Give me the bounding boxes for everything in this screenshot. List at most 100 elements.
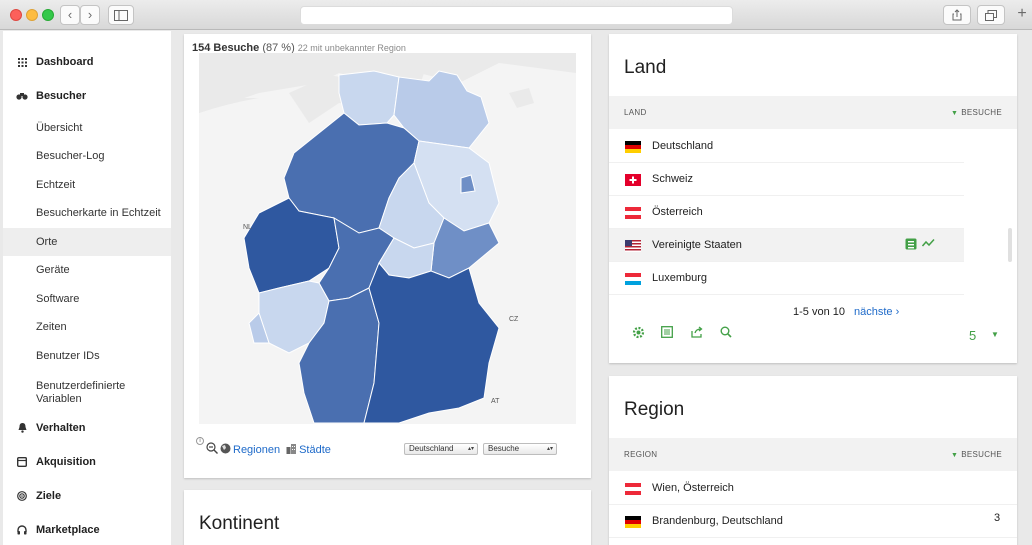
table-view-icon[interactable] xyxy=(660,326,674,340)
flag-ch-icon xyxy=(625,174,641,186)
land-card: Land LAND ▼ BESUCHE Deutschland Schweiz Ö… xyxy=(609,34,1017,363)
table-row[interactable]: Luxemburg xyxy=(609,262,964,295)
sidebar-item-label: Übersicht xyxy=(36,122,83,134)
column-header-besuche[interactable]: ▼ BESUCHE xyxy=(951,450,1002,459)
headphones-icon xyxy=(16,524,28,536)
chevron-right-icon: › xyxy=(87,7,93,22)
flag-de-icon xyxy=(625,141,641,153)
square-icon xyxy=(16,456,28,468)
country-label-nl: NL xyxy=(243,224,252,231)
back-button[interactable]: ‹ xyxy=(60,5,80,25)
sidebar-item-akquisition[interactable]: Akquisition xyxy=(3,448,171,476)
sidebar-item-benutzerdefinierte-variablen[interactable]: Benutzerdefinierte Variablen xyxy=(3,376,171,410)
forward-button[interactable]: › xyxy=(80,5,100,25)
row-value: 3 xyxy=(994,512,1001,524)
table-row[interactable]: Wien, Österreich xyxy=(609,472,1017,505)
row-label: Vereinigte Staaten xyxy=(652,239,742,251)
land-title: Land xyxy=(624,57,667,78)
sidebar-item-label: Software xyxy=(36,293,80,305)
row-label: Wien, Österreich xyxy=(652,482,734,494)
segmented-log-icon[interactable] xyxy=(905,238,917,250)
sidebar-item-software[interactable]: Software xyxy=(3,285,171,313)
sidebar-item-label: Ziele xyxy=(36,490,62,502)
sidebar-item-geraete[interactable]: Geräte xyxy=(3,256,171,284)
sidebar-icon xyxy=(114,10,128,21)
table-row[interactable]: Österreich xyxy=(609,196,964,229)
column-header-label: BESUCHE xyxy=(961,108,1002,117)
sidebar-item-label: Marketplace xyxy=(36,524,100,536)
tabs-icon xyxy=(985,10,997,21)
limit-select[interactable]: 5 xyxy=(969,328,976,343)
sidebar-item-besucher-log[interactable]: Besucher-Log xyxy=(3,142,171,170)
sidebar-item-dashboard[interactable]: Dashboard xyxy=(3,48,171,76)
zoom-out-icon[interactable] xyxy=(206,442,218,457)
search-icon[interactable] xyxy=(719,326,733,340)
scrollbar[interactable] xyxy=(1008,228,1012,262)
sidebar-item-uebersicht[interactable]: Übersicht xyxy=(3,114,171,142)
new-tab-button[interactable]: + xyxy=(1012,5,1032,25)
sort-desc-icon: ▼ xyxy=(950,110,959,117)
export-icon[interactable] xyxy=(690,326,704,340)
table-row[interactable]: Schweiz xyxy=(609,163,964,196)
flag-at-icon xyxy=(625,207,641,219)
kontinent-title: Kontinent xyxy=(199,513,280,534)
limit-dropdown-icon[interactable]: ▼ xyxy=(991,330,999,339)
chevron-left-icon: ‹ xyxy=(67,7,73,22)
row-label: Österreich xyxy=(652,206,703,218)
row-label: Brandenburg, Deutschland xyxy=(652,515,783,527)
next-page-link[interactable]: nächste › xyxy=(854,306,899,318)
share-button[interactable] xyxy=(943,5,971,25)
address-bar[interactable] xyxy=(300,6,733,25)
row-evolution-icon[interactable] xyxy=(921,238,935,250)
table-row[interactable]: Vereinigte Staaten xyxy=(609,229,964,262)
zoom-window-button[interactable] xyxy=(42,9,54,21)
row-label: Schweiz xyxy=(652,173,693,185)
select-arrows-icon: ▴▾ xyxy=(546,446,553,452)
flag-lu-icon xyxy=(625,273,641,285)
sidebar-item-besucher[interactable]: Besucher xyxy=(3,82,171,110)
sidebar-item-orte[interactable]: Orte xyxy=(3,228,171,256)
table-row[interactable]: Brandenburg, Deutschland 3 xyxy=(609,505,1017,538)
grid-icon xyxy=(16,56,28,68)
select-arrows-icon: ▴▾ xyxy=(467,446,474,452)
cities-link[interactable]: Städte xyxy=(299,444,331,456)
row-label: Deutschland xyxy=(652,140,714,152)
sidebar-item-label: Benutzer IDs xyxy=(36,350,100,362)
sidebar-item-zeiten[interactable]: Zeiten xyxy=(3,313,171,341)
sidebar-item-ziele[interactable]: Ziele xyxy=(3,482,171,510)
minimize-window-button[interactable] xyxy=(26,9,38,21)
info-icon[interactable]: i xyxy=(196,437,204,445)
close-window-button[interactable] xyxy=(10,9,22,21)
sidebar-item-label: Echtzeit xyxy=(36,179,76,191)
column-header-besuche[interactable]: ▼ BESUCHE xyxy=(951,108,1002,117)
country-select[interactable]: Deutschland ▴▾ xyxy=(404,443,478,455)
country-label-cz: CZ xyxy=(509,316,519,323)
flag-at-icon xyxy=(625,483,641,495)
table-row[interactable]: Deutschland xyxy=(609,130,964,163)
region-map[interactable]: NL CZ AT CH xyxy=(199,53,576,424)
column-header-region[interactable]: REGION xyxy=(624,450,657,459)
sidebar-item-marketplace[interactable]: Marketplace xyxy=(3,516,171,544)
sidebar-item-label: Geräte xyxy=(36,264,70,276)
country-label-at: AT xyxy=(491,398,500,405)
sidebar-item-label: Dashboard xyxy=(36,56,94,68)
city-icon xyxy=(286,443,297,457)
metric-select[interactable]: Besuche ▴▾ xyxy=(483,443,557,455)
region-table-header: REGION ▼ BESUCHE xyxy=(609,438,1017,471)
sidebar-item-label: Benutzerdefinierte Variablen xyxy=(36,380,126,405)
sidebar-item-echtzeit[interactable]: Echtzeit xyxy=(3,171,171,199)
metric-select-value: Besuche xyxy=(488,444,520,453)
sidebar-item-besucherkarte[interactable]: Besucherkarte in Echtzeit xyxy=(3,199,171,227)
bell-icon xyxy=(16,422,28,434)
sidebar-item-verhalten[interactable]: Verhalten xyxy=(3,414,171,442)
sidebar-item-benutzer-ids[interactable]: Benutzer IDs xyxy=(3,342,171,370)
country-select-value: Deutschland xyxy=(409,444,454,453)
column-header-land[interactable]: LAND xyxy=(624,108,647,117)
sidebar-item-label: Zeiten xyxy=(36,321,67,333)
sidebar-toggle-button[interactable] xyxy=(108,5,134,25)
regions-link[interactable]: Regionen xyxy=(233,444,280,456)
tabs-overview-button[interactable] xyxy=(977,5,1005,25)
globe-icon xyxy=(220,443,231,457)
kontinent-card: Kontinent xyxy=(184,490,591,545)
settings-icon[interactable] xyxy=(631,326,645,340)
